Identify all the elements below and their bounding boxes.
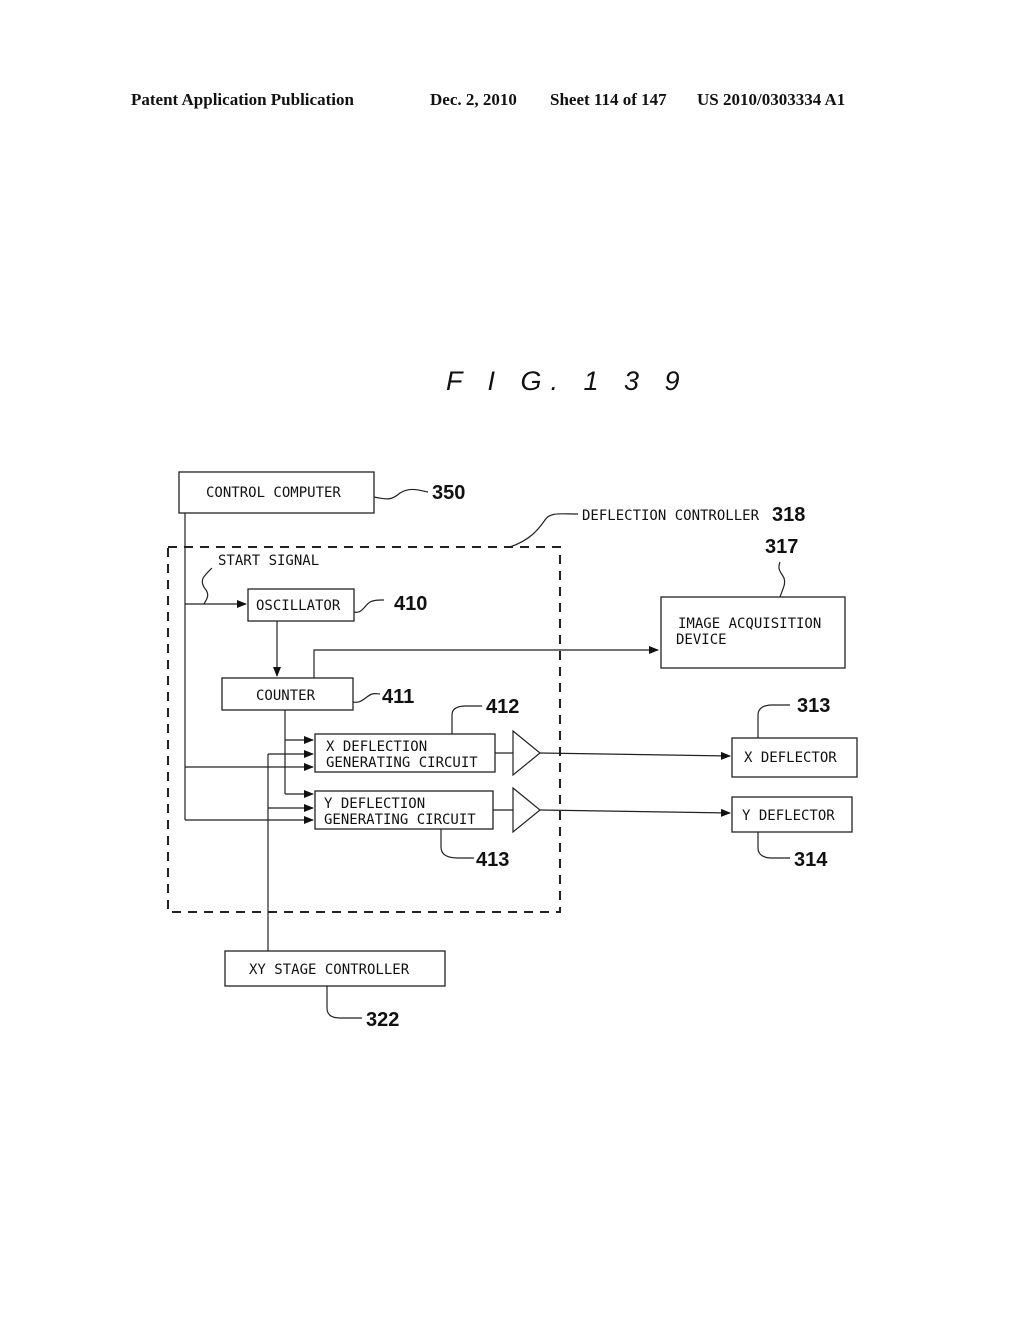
xy-stage-controller-block: XY STAGE CONTROLLER 322 [224,950,446,1031]
x-amplifier-icon [512,729,541,777]
counter-block: COUNTER 411 [221,677,414,711]
xy-stage-controller-label: XY STAGE CONTROLLER [249,962,410,978]
deflection-controller-label: DEFLECTION CONTROLLER [582,508,760,524]
y-deflection-circuit-block: Y DEFLECTION GENERATING CIRCUIT 413 [314,790,509,871]
block-diagram: DEFLECTION CONTROLLER 318 CONTROL COMPUT… [167,471,858,1031]
counter-to-image-acquisition-arrow [313,646,659,678]
oscillator-label: OSCILLATOR [256,598,341,614]
deflection-controller-ref: 318 [772,504,805,526]
y-deflector-label: Y DEFLECTOR [742,808,835,824]
start-signal-leader [201,567,213,605]
x-deflector-ref: 313 [797,695,830,717]
start-signal-label: START SIGNAL [218,553,319,569]
x-amp-to-deflector-arrow [539,751,731,760]
y-deflector-ref: 314 [794,849,828,871]
counter-ref: 411 [382,686,414,708]
x-deflection-line2: GENERATING CIRCUIT [326,755,478,771]
x-deflector-label: X DEFLECTOR [744,750,837,766]
xy-stage-controller-ref: 322 [366,1009,399,1031]
y-amplifier-icon [512,786,541,834]
y-amp-to-deflector-arrow [539,808,731,817]
control-computer-ref: 350 [432,482,465,504]
control-computer-label: CONTROL COMPUTER [206,485,341,501]
x-deflector-block: X DEFLECTOR 313 [731,695,858,778]
oscillator-ref: 410 [394,593,427,615]
image-acquisition-line1: IMAGE ACQUISITION [678,616,821,632]
image-acquisition-line2: DEVICE [676,632,727,648]
oscillator-block: OSCILLATOR 410 [247,588,427,622]
x-deflection-ref: 412 [486,696,519,718]
control-computer-block: CONTROL COMPUTER 350 [178,471,465,514]
image-acquisition-block: IMAGE ACQUISITION DEVICE 317 [660,536,846,669]
counter-label: COUNTER [256,688,316,704]
image-acquisition-ref: 317 [765,536,798,558]
y-deflection-line2: GENERATING CIRCUIT [324,812,476,828]
x-deflection-line1: X DEFLECTION [326,739,427,755]
y-deflection-ref: 413 [476,849,509,871]
y-deflector-block: Y DEFLECTOR 314 [731,796,853,871]
y-deflection-line1: Y DEFLECTION [324,796,425,812]
